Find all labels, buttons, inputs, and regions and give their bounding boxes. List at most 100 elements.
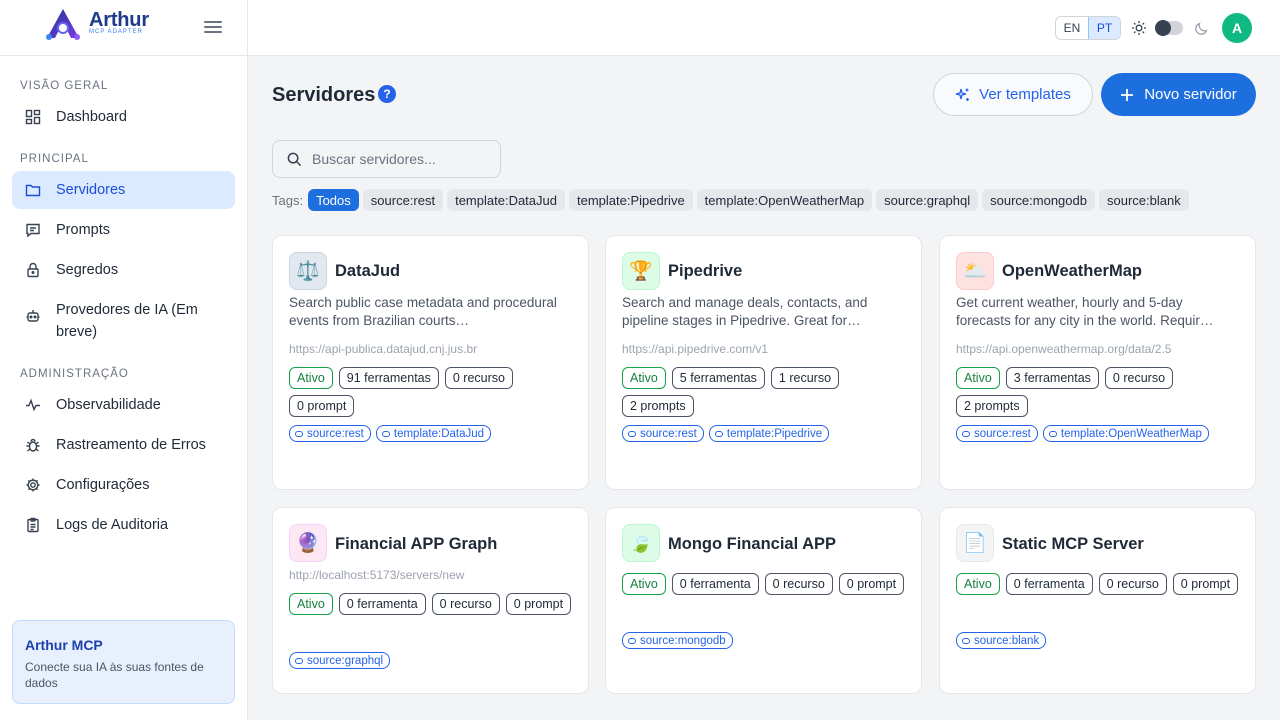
server-url: https://api.openweathermap.org/data/2.5 <box>956 342 1172 356</box>
view-templates-label: Ver templates <box>979 86 1071 103</box>
sidebar-item-secrets[interactable]: Segredos <box>12 251 235 289</box>
status-badge: Ativo <box>622 367 666 389</box>
server-url: https://api-publica.datajud.cnj.jus.br <box>289 342 478 356</box>
sidebar-item-ai-providers[interactable]: Provedores de IA (Em breve) <box>12 297 235 345</box>
search-box <box>272 140 501 178</box>
activity-icon <box>26 398 40 412</box>
promo-card: Arthur MCP Conecte sua IA às suas fontes… <box>12 620 235 704</box>
sidebar-item-prompts[interactable]: Prompts <box>12 211 235 249</box>
resources-count-badge: 0 recurso <box>431 593 500 615</box>
server-card-mongo-financial-app[interactable]: 🍃 Mongo Financial APP Ativo 0 ferramenta… <box>605 507 922 694</box>
tag-icon <box>628 637 636 644</box>
server-tag[interactable]: source:mongodb <box>622 632 733 649</box>
server-description: Search public case metadata and procedur… <box>289 295 557 328</box>
clipboard-icon <box>27 517 39 533</box>
trophy-icon: 🏆 <box>622 252 660 290</box>
folder-icon <box>25 184 41 197</box>
resources-count-badge: 0 recurso <box>444 367 513 389</box>
sidebar-item-settings[interactable]: Configurações <box>12 466 235 504</box>
server-tags: source:rest template:OpenWeatherMap <box>956 425 1246 442</box>
server-url: https://api.pipedrive.com/v1 <box>622 342 769 356</box>
server-tags: source:graphql <box>289 652 579 669</box>
sidebar-item-observability[interactable]: Observabilidade <box>12 386 235 424</box>
server-tag[interactable]: template:OpenWeatherMap <box>1042 425 1209 442</box>
language-switcher: EN PT <box>1055 16 1121 40</box>
server-tag[interactable]: source:graphql <box>289 652 391 669</box>
sidebar-item-dashboard[interactable]: Dashboard <box>12 98 235 136</box>
prompts-count-badge: 2 prompts <box>622 395 694 417</box>
prompts-count-badge: 0 prompt <box>289 395 355 417</box>
server-tag[interactable]: template:DataJud <box>375 425 492 442</box>
new-server-label: Novo servidor <box>1144 86 1237 103</box>
server-card-financial-app-graph[interactable]: 🔮 Financial APP Graph http://localhost:5… <box>272 507 589 694</box>
prompts-count-badge: 0 prompt <box>1172 573 1239 595</box>
sidebar-item-error-tracking[interactable]: Rastreamento de Erros <box>12 426 235 464</box>
tools-count-badge: 0 ferramenta <box>671 573 759 595</box>
tools-count-badge: 5 ferramentas <box>671 367 765 389</box>
tag-filter-source-graphql[interactable]: source:graphql <box>876 189 979 211</box>
search-input[interactable] <box>312 151 482 167</box>
moon-icon <box>1195 22 1208 35</box>
arthur-logo-icon[interactable] <box>44 8 82 40</box>
scales-icon: ⚖️ <box>289 252 327 290</box>
server-name: Static MCP Server <box>1002 535 1144 553</box>
server-tag-label: source:blank <box>974 634 1040 647</box>
server-card-static-mcp-server[interactable]: 📄 Static MCP Server Ativo 0 ferramenta 0… <box>939 507 1256 694</box>
server-tag[interactable]: source:rest <box>622 425 704 442</box>
brand-header: Arthur MCP ADAPTER <box>0 0 247 56</box>
help-icon[interactable]: ? <box>378 85 396 103</box>
status-badge: Ativo <box>289 593 333 615</box>
section-label-admin: ADMINISTRAÇÃO <box>20 368 129 380</box>
resources-count-badge: 0 recurso <box>1104 367 1174 389</box>
dashboard-icon <box>25 109 41 125</box>
language-en-button[interactable]: EN <box>1056 17 1088 39</box>
tag-filter-template-pipedrive[interactable]: template:Pipedrive <box>569 189 693 211</box>
search-icon <box>287 152 302 166</box>
topbar: EN PT A <box>248 0 1280 56</box>
resources-count-badge: 0 recurso <box>764 573 833 595</box>
avatar[interactable]: A <box>1222 13 1252 43</box>
tag-icon <box>381 430 390 437</box>
tools-count-badge: 0 ferramenta <box>1005 573 1093 595</box>
tag-filter-template-openweathermap[interactable]: template:OpenWeatherMap <box>696 189 873 211</box>
sidebar-item-audit-logs[interactable]: Logs de Auditoria <box>12 506 235 544</box>
theme-toggle[interactable] <box>1155 20 1183 36</box>
server-tag-label: template:Pipedrive <box>726 427 823 440</box>
new-server-button[interactable]: Novo servidor <box>1101 73 1256 116</box>
prompts-count-badge: 0 prompt <box>838 573 905 595</box>
tag-filter-source-blank[interactable]: source:blank <box>1098 189 1189 211</box>
plus-icon <box>1121 88 1134 101</box>
server-tags: source:rest template:Pipedrive <box>622 425 912 442</box>
theme-toggle-knob <box>1155 20 1171 36</box>
server-tag-label: source:rest <box>307 427 364 440</box>
document-icon: 📄 <box>956 524 994 562</box>
sidebar-item-label: Rastreamento de Erros <box>56 437 206 453</box>
server-url: http://localhost:5173/servers/new <box>289 568 465 582</box>
language-pt-button[interactable]: PT <box>1088 17 1120 39</box>
server-card-openweathermap[interactable]: 🌥️ OpenWeatherMap Get current weather, h… <box>939 235 1256 490</box>
server-stats: Ativo 91 ferramentas 0 recurso 0 prompt <box>289 367 579 417</box>
tag-filter-source-mongodb[interactable]: source:mongodb <box>982 189 1095 211</box>
tag-icon <box>714 430 723 437</box>
tag-icon <box>295 430 303 437</box>
tag-filter-source-rest[interactable]: source:rest <box>362 189 444 211</box>
server-tag[interactable]: source:blank <box>956 632 1047 649</box>
leaf-icon: 🍃 <box>622 524 660 562</box>
server-card-datajud[interactable]: ⚖️ DataJud Search public case metadata a… <box>272 235 589 490</box>
sidebar-item-servers[interactable]: Servidores <box>12 171 235 209</box>
status-badge: Ativo <box>289 367 333 389</box>
server-tag[interactable]: source:rest <box>289 425 371 442</box>
section-label-main: PRINCIPAL <box>20 153 89 165</box>
view-templates-button[interactable]: Ver templates <box>933 73 1093 116</box>
tag-filter-template-datajud[interactable]: template:DataJud <box>447 189 565 211</box>
menu-toggle-icon[interactable] <box>204 19 222 37</box>
tag-icon <box>962 637 970 644</box>
server-tag[interactable]: template:Pipedrive <box>708 425 830 442</box>
server-tag[interactable]: source:rest <box>956 425 1038 442</box>
server-card-pipedrive[interactable]: 🏆 Pipedrive Search and manage deals, con… <box>605 235 922 490</box>
status-badge: Ativo <box>956 367 1000 389</box>
tools-count-badge: 91 ferramentas <box>338 367 439 389</box>
sun-icon <box>1132 21 1146 35</box>
tag-filter-todos[interactable]: Todos <box>308 189 359 211</box>
tag-icon <box>1048 430 1057 437</box>
